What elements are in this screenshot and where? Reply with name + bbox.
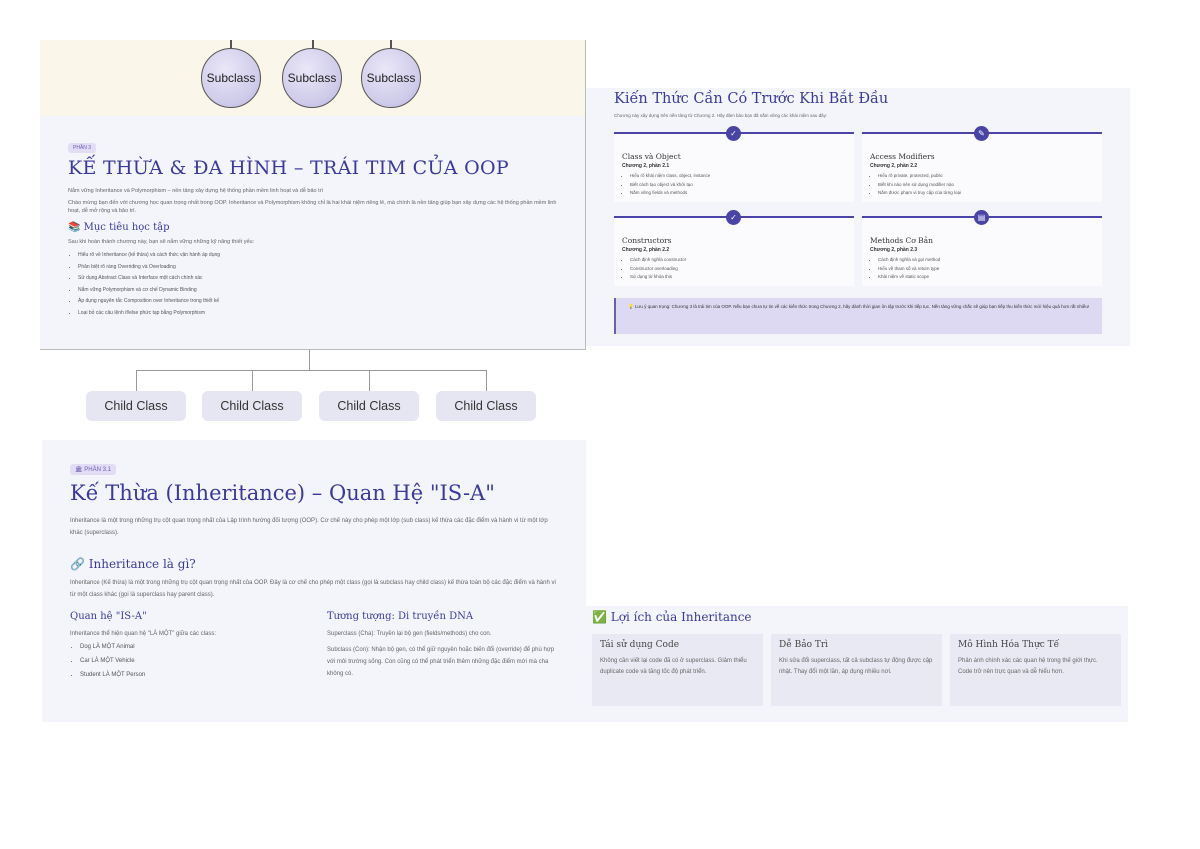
list-item: Hiểu về tham số và return type — [878, 265, 1102, 274]
benefit-card: Mô Hình Hóa Thực Tế Phản ánh chính xác c… — [950, 634, 1121, 706]
benefits-panel: ✅ Lợi ích của Inheritance Tái sử dụng Co… — [586, 606, 1128, 722]
subclass-diagram: Subclass Subclass Subclass — [40, 40, 586, 116]
prerequisites-title: Kiến Thức Cần Có Trước Khi Bắt Đầu — [614, 91, 889, 107]
isa-column: Quan hệ "IS-A" Inheritance thể hiện quan… — [70, 601, 301, 682]
prereq-card-title: Access Modifiers — [870, 152, 935, 161]
benefit-card-desc: Không cần viết lại code đã có ở supercla… — [600, 658, 747, 675]
list-item: Dog LÀ MỘT Animal — [80, 640, 301, 654]
list-item: Áp dụng nguyên tắc Composition over Inhe… — [78, 296, 557, 308]
list-item: Cách định nghĩa constructor — [630, 256, 854, 265]
check-icon: ✓ — [726, 210, 741, 225]
list-item: Hiểu rõ private, protected, public — [878, 172, 1102, 181]
prereq-card-title: Class và Object — [622, 152, 681, 161]
list-item: Sử dụng từ khóa this — [630, 273, 854, 282]
isa-heading: Quan hệ "IS-A" — [70, 611, 147, 622]
list-item: Car LÀ MỘT Vehicle — [80, 654, 301, 668]
list-item: Nắm vững fields và methods — [630, 189, 854, 198]
list-item: Sử dụng Abstract Class và Interface một … — [78, 273, 557, 285]
objectives-intro: Sau khi hoàn thành chương này, bạn sẽ nắ… — [68, 239, 255, 245]
list-item: Biết cách tạo object và khởi tạo — [630, 181, 854, 190]
prereq-card-title: Constructors — [622, 236, 672, 245]
isa-list: Dog LÀ MỘT Animal Car LÀ MỘT Vehicle Stu… — [70, 640, 301, 682]
dna-column: Tương tượng: Di truyền DNA Superclass (C… — [327, 601, 558, 682]
child-class-diagram: Child Class Child Class Child Class Chil… — [40, 350, 586, 440]
prereq-card-chapter: Chương 2, phần 2.2 — [870, 163, 918, 169]
list-item: Hiểu rõ về Inheritance (kế thừa) và cách… — [78, 250, 557, 262]
what-is-text: Inheritance (Kế thừa) là một trong những… — [70, 580, 556, 598]
list-item: Student LÀ MỘT Person — [80, 668, 301, 682]
prereq-card: ▤ Methods Cơ Bản Chương 2, phần 2.3 Cách… — [862, 210, 1102, 286]
prereq-card-chapter: Chương 2, phần 2.1 — [622, 163, 670, 169]
prerequisites-subtitle: Chương này xây dựng trên nền tảng từ Chư… — [614, 113, 828, 118]
list-item: Loại bỏ các câu lệnh if/else phức tạp bằ… — [78, 308, 557, 320]
prereq-card-chapter: Chương 2, phần 2.2 — [622, 247, 670, 253]
benefits-title: ✅ Lợi ích của Inheritance — [592, 610, 752, 624]
section-intro: Inheritance là một trong những trụ cột q… — [70, 518, 548, 536]
chapter-subtitle: Nắm vững Inheritance và Polymorphism – n… — [68, 188, 324, 194]
benefit-card-title: Dễ Bảo Trì — [779, 640, 829, 650]
list-item: Phân biệt rõ ràng Overriding và Overload… — [78, 262, 557, 274]
objectives-heading: 📚 Mục tiêu học tập — [68, 222, 170, 233]
prereq-card-list: Hiểu rõ khái niệm class, object, instanc… — [614, 172, 854, 198]
pencil-icon: ✎ — [974, 126, 989, 141]
section-title: Kế Thừa (Inheritance) – Quan Hệ "IS-A" — [70, 481, 495, 505]
child-class-node: Child Class — [319, 391, 419, 421]
tree-connector — [369, 370, 370, 391]
check-icon: ✓ — [726, 126, 741, 141]
prereq-card-title: Methods Cơ Bản — [870, 236, 933, 245]
child-class-node: Child Class — [202, 391, 302, 421]
subclass-node: Subclass — [201, 48, 261, 108]
child-class-node: Child Class — [436, 391, 536, 421]
tree-connector — [486, 370, 487, 391]
prereq-card: ✓ Constructors Chương 2, phần 2.2 Cách đ… — [614, 210, 854, 286]
subclass-node: Subclass — [361, 48, 421, 108]
document-icon: ▤ — [974, 210, 989, 225]
chapter-intro: Chào mừng bạn đến với chương học quan tr… — [68, 200, 557, 214]
chapter-title: KẾ THỪA & ĐA HÌNH – TRÁI TIM CỦA OOP — [68, 157, 509, 179]
inheritance-section: 🏛 PHẦN 3.1 Kế Thừa (Inheritance) – Quan … — [42, 440, 586, 722]
list-item: Constructor overloading — [630, 265, 854, 274]
benefit-card: Tái sử dụng Code Không cần viết lại code… — [592, 634, 763, 706]
benefit-card-title: Tái sử dụng Code — [600, 640, 680, 650]
objectives-list: Hiểu rõ về Inheritance (kế thừa) và cách… — [68, 250, 557, 319]
chapter-badge: PHẦN 3 — [68, 143, 97, 153]
important-note: 💡 Lưu ý quan trọng: Chương 3 là trái tim… — [614, 298, 1102, 334]
benefit-card-title: Mô Hình Hóa Thực Tế — [958, 640, 1060, 650]
tree-connector — [136, 370, 137, 391]
subclass-node: Subclass — [282, 48, 342, 108]
prereq-card-chapter: Chương 2, phần 2.3 — [870, 247, 918, 253]
section-badge: 🏛 PHẦN 3.1 — [70, 464, 116, 475]
dna-heading: Tương tượng: Di truyền DNA — [327, 611, 474, 622]
benefit-card-desc: Phản ánh chính xác các quan hệ trong thế… — [958, 658, 1098, 675]
benefit-card: Dễ Bảo Trì Khi sửa đổi superclass, tất c… — [771, 634, 942, 706]
prereq-card-list: Hiểu rõ private, protected, public Biết … — [862, 172, 1102, 198]
dna-subclass-text: Subclass (Con): Nhận bộ gen, có thể giữ … — [327, 647, 555, 677]
dna-superclass-text: Superclass (Cha): Truyền lại bộ gen (fie… — [327, 631, 492, 637]
list-item: Nắm được phạm vi truy cập của từng loại — [878, 189, 1102, 198]
list-item: Hiểu rõ khái niệm class, object, instanc… — [630, 172, 854, 181]
isa-intro: Inheritance thể hiện quan hệ "LÀ MỘT" gi… — [70, 631, 217, 637]
prereq-card-list: Cách định nghĩa và gọi method Hiểu về th… — [862, 256, 1102, 282]
list-item: Khái niệm về static scope — [878, 273, 1102, 282]
tree-connector — [136, 370, 486, 371]
what-is-heading: 🔗 Inheritance là gì? — [70, 557, 196, 571]
list-item: Cách định nghĩa và gọi method — [878, 256, 1102, 265]
list-item: Biết khi nào nên sử dụng modifier nào — [878, 181, 1102, 190]
prerequisites-panel: Kiến Thức Cần Có Trước Khi Bắt Đầu Chươn… — [586, 88, 1130, 346]
prereq-card: ✎ Access Modifiers Chương 2, phần 2.2 Hi… — [862, 126, 1102, 202]
tree-connector — [309, 350, 310, 370]
list-item: Nắm vững Polymorphism và cơ chế Dynamic … — [78, 285, 557, 297]
tree-connector — [252, 370, 253, 391]
prereq-card: ✓ Class và Object Chương 2, phần 2.1 Hiể… — [614, 126, 854, 202]
chapter-intro-panel: PHẦN 3 KẾ THỪA & ĐA HÌNH – TRÁI TIM CỦA … — [40, 116, 586, 350]
child-class-node: Child Class — [86, 391, 186, 421]
prereq-card-list: Cách định nghĩa constructor Constructor … — [614, 256, 854, 282]
benefit-card-desc: Khi sửa đổi superclass, tất cả subclass … — [779, 658, 933, 675]
